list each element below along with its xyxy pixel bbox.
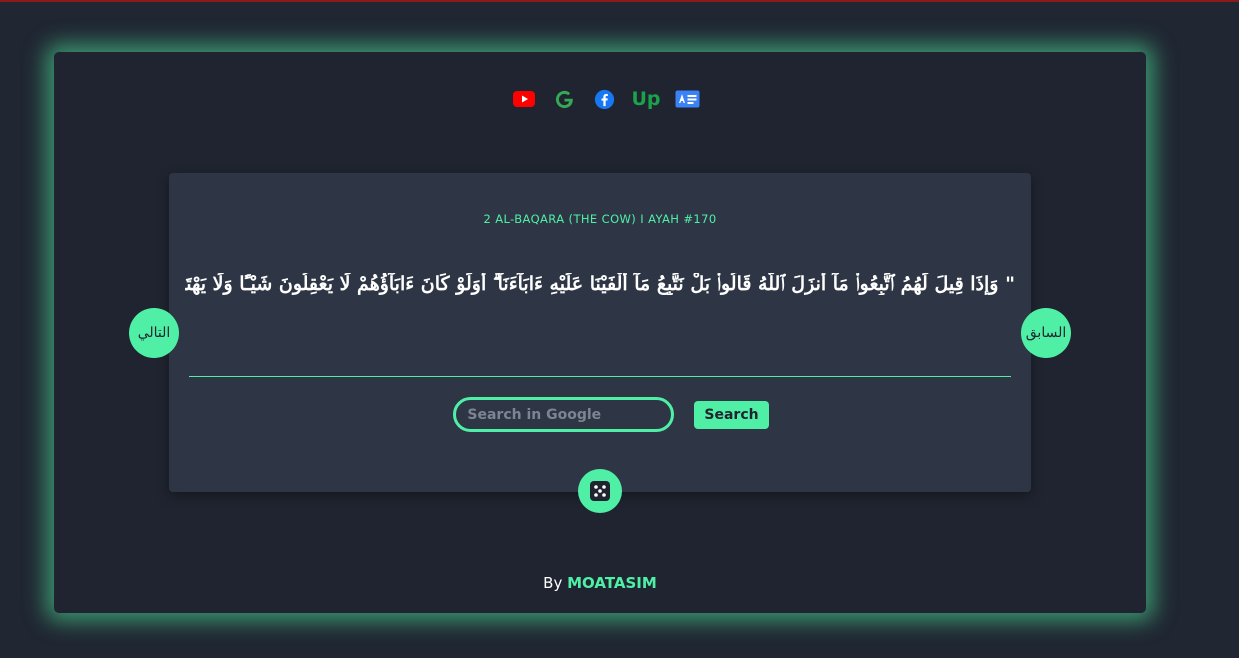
id-card-icon[interactable] bbox=[675, 86, 701, 112]
previous-ayah-button[interactable]: السابق bbox=[1021, 308, 1071, 358]
search-input[interactable] bbox=[453, 397, 675, 432]
dice-icon bbox=[590, 481, 610, 501]
google-icon[interactable] bbox=[551, 86, 577, 112]
footer-author: MOATASIM bbox=[567, 574, 657, 592]
upwork-icon[interactable]: Up bbox=[631, 86, 660, 112]
upwork-label: Up bbox=[631, 88, 661, 110]
next-ayah-button[interactable]: التالي bbox=[129, 308, 179, 358]
social-links: Up bbox=[54, 86, 1146, 112]
footer-by: By bbox=[543, 574, 563, 592]
main-container: Up 2 AL-BAQARA (THE COW) I AYAH #170 " و… bbox=[54, 52, 1146, 613]
search-button[interactable]: Search bbox=[694, 400, 769, 429]
youtube-icon[interactable] bbox=[511, 86, 537, 112]
ayah-card: 2 AL-BAQARA (THE COW) I AYAH #170 " وَإِ… bbox=[169, 173, 1031, 492]
ayah-text: " وَإِذَا قِيلَ لَهُمُ ٱتَّبِعُوا۟ مَآ أ… bbox=[185, 273, 1015, 295]
next-ayah-label: التالي bbox=[137, 325, 171, 341]
previous-ayah-label: السابق bbox=[1025, 325, 1067, 341]
random-ayah-button[interactable] bbox=[578, 469, 622, 513]
footer-credit: By MOATASIM bbox=[54, 574, 1146, 592]
divider bbox=[189, 376, 1011, 377]
ayah-reference: 2 AL-BAQARA (THE COW) I AYAH #170 bbox=[483, 212, 717, 226]
top-border-line bbox=[0, 0, 1239, 2]
facebook-icon[interactable] bbox=[591, 86, 617, 112]
search-form: Search bbox=[169, 397, 1031, 432]
